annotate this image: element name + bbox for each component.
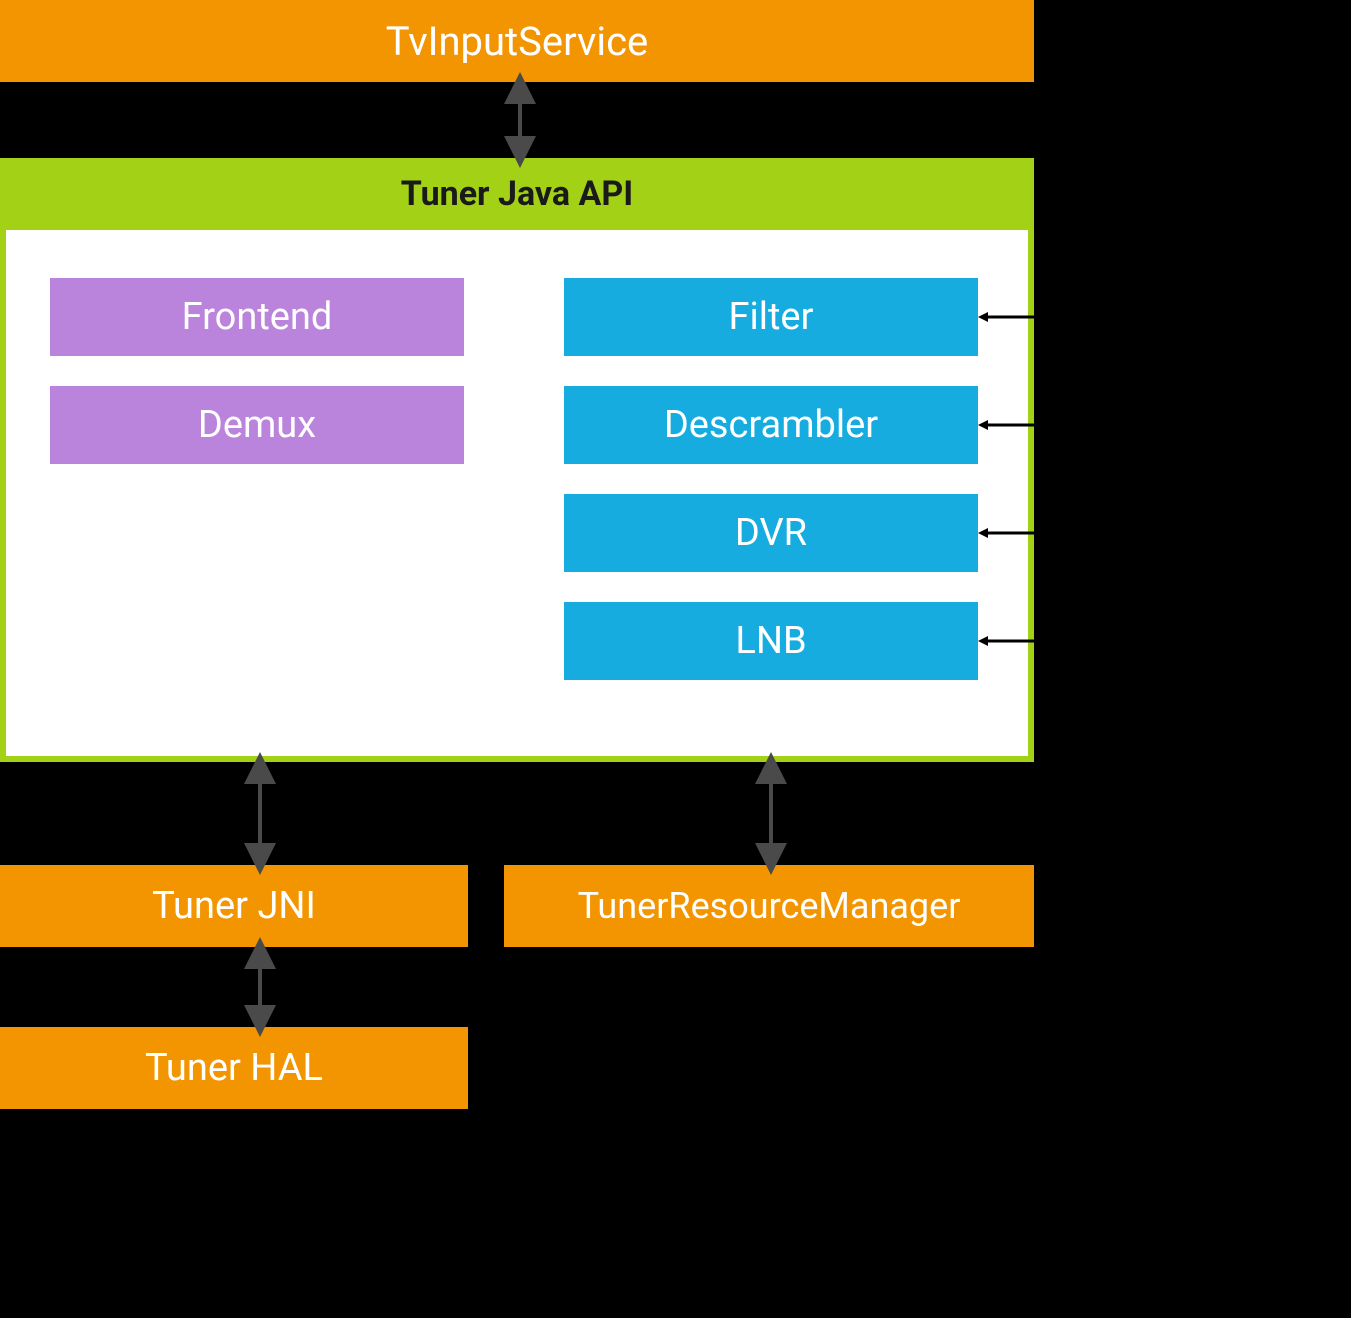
lnb-box: LNB [564,602,978,680]
tuner-jni-box: Tuner JNI [0,865,468,947]
tvinputservice-label: TvInputService [386,18,649,65]
demux-box: Demux [50,386,464,464]
arrow-jni-to-hal [245,947,275,1027]
tuner-hal-label: Tuner HAL [145,1046,323,1090]
arrow-external-to-lnb [978,626,1178,686]
lnb-label: LNB [735,619,806,663]
tuner-jni-label: Tuner JNI [152,884,316,928]
arrow-tvinput-to-api [505,82,535,158]
descrambler-label: Descrambler [664,403,878,447]
arrow-api-to-trm [756,762,786,865]
dvr-label: DVR [735,511,807,555]
tuner-resource-manager-box: TunerResourceManager [504,865,1034,947]
tuner-java-api-label: Tuner Java API [401,174,633,214]
arrow-api-to-jni [245,762,275,865]
dvr-box: DVR [564,494,978,572]
descrambler-box: Descrambler [564,386,978,464]
frontend-label: Frontend [182,295,333,339]
frontend-box: Frontend [50,278,464,356]
tuner-resource-manager-label: TunerResourceManager [578,885,961,927]
filter-box: Filter [564,278,978,356]
demux-label: Demux [198,403,316,447]
tuner-java-api-header: Tuner Java API [0,158,1034,230]
filter-label: Filter [729,295,814,339]
tuner-hal-box: Tuner HAL [0,1027,468,1109]
tvinputservice-box: TvInputService [0,0,1034,82]
